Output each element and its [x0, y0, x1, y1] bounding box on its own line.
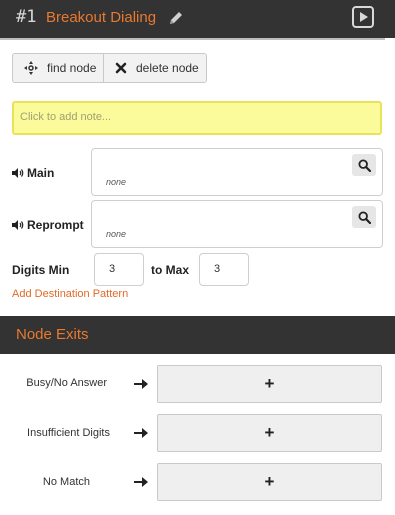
- main-prompt-field[interactable]: none: [91, 148, 383, 196]
- reprompt-label: Reprompt: [12, 218, 84, 232]
- search-icon: [357, 210, 371, 224]
- arrow-right-icon: [134, 477, 148, 487]
- find-node-label: find node: [47, 61, 97, 75]
- node-title[interactable]: Breakout Dialing: [46, 9, 156, 26]
- exit-target-no-match[interactable]: +: [157, 463, 382, 501]
- exit-target-insufficient[interactable]: +: [157, 414, 382, 452]
- digits-max-input[interactable]: 3: [199, 253, 249, 286]
- pencil-icon[interactable]: [168, 10, 184, 26]
- main-prompt-value: none: [106, 177, 127, 187]
- arrow-right-icon: [134, 428, 148, 438]
- plus-icon: +: [264, 423, 275, 442]
- exit-target-busy[interactable]: +: [157, 365, 382, 403]
- main-prompt-label: Main: [12, 166, 54, 180]
- digits-min-label: Digits Min: [12, 263, 70, 277]
- node-exits-title: Node Exits: [16, 326, 89, 343]
- exit-label-insufficient: Insufficient Digits: [27, 427, 110, 439]
- play-icon[interactable]: [352, 6, 374, 28]
- delete-node-label: delete node: [136, 61, 199, 75]
- node-number: #1: [16, 7, 37, 27]
- exit-label-busy: Busy/No Answer: [26, 377, 107, 389]
- node-exits-header: Node Exits: [0, 316, 395, 354]
- exit-label-no-match: No Match: [42, 476, 90, 488]
- note-field[interactable]: Click to add note...: [12, 101, 382, 135]
- arrow-right-icon: [134, 379, 148, 389]
- add-destination-pattern-link[interactable]: Add Destination Pattern: [12, 288, 128, 300]
- digits-max-label: to Max: [151, 263, 190, 277]
- main-label-text: Main: [27, 166, 55, 180]
- main-search-button[interactable]: [352, 154, 376, 176]
- reprompt-search-button[interactable]: [352, 206, 376, 228]
- node-toolbar: find node delete node: [12, 53, 207, 83]
- speaker-icon: [12, 168, 24, 178]
- plus-icon: +: [264, 472, 275, 491]
- digits-min-input[interactable]: 3: [94, 253, 144, 286]
- speaker-icon: [12, 220, 24, 230]
- reprompt-value: none: [106, 229, 127, 239]
- x-icon: [115, 62, 127, 74]
- reprompt-label-text: Reprompt: [27, 218, 84, 232]
- plus-icon: +: [264, 374, 275, 393]
- search-icon: [357, 158, 371, 172]
- header-divider: [0, 38, 385, 40]
- delete-node-button[interactable]: delete node: [104, 53, 207, 83]
- crosshair-icon: [24, 61, 38, 75]
- find-node-button[interactable]: find node: [12, 53, 104, 83]
- reprompt-field[interactable]: none: [91, 200, 383, 248]
- node-header: #1 Breakout Dialing: [0, 0, 395, 38]
